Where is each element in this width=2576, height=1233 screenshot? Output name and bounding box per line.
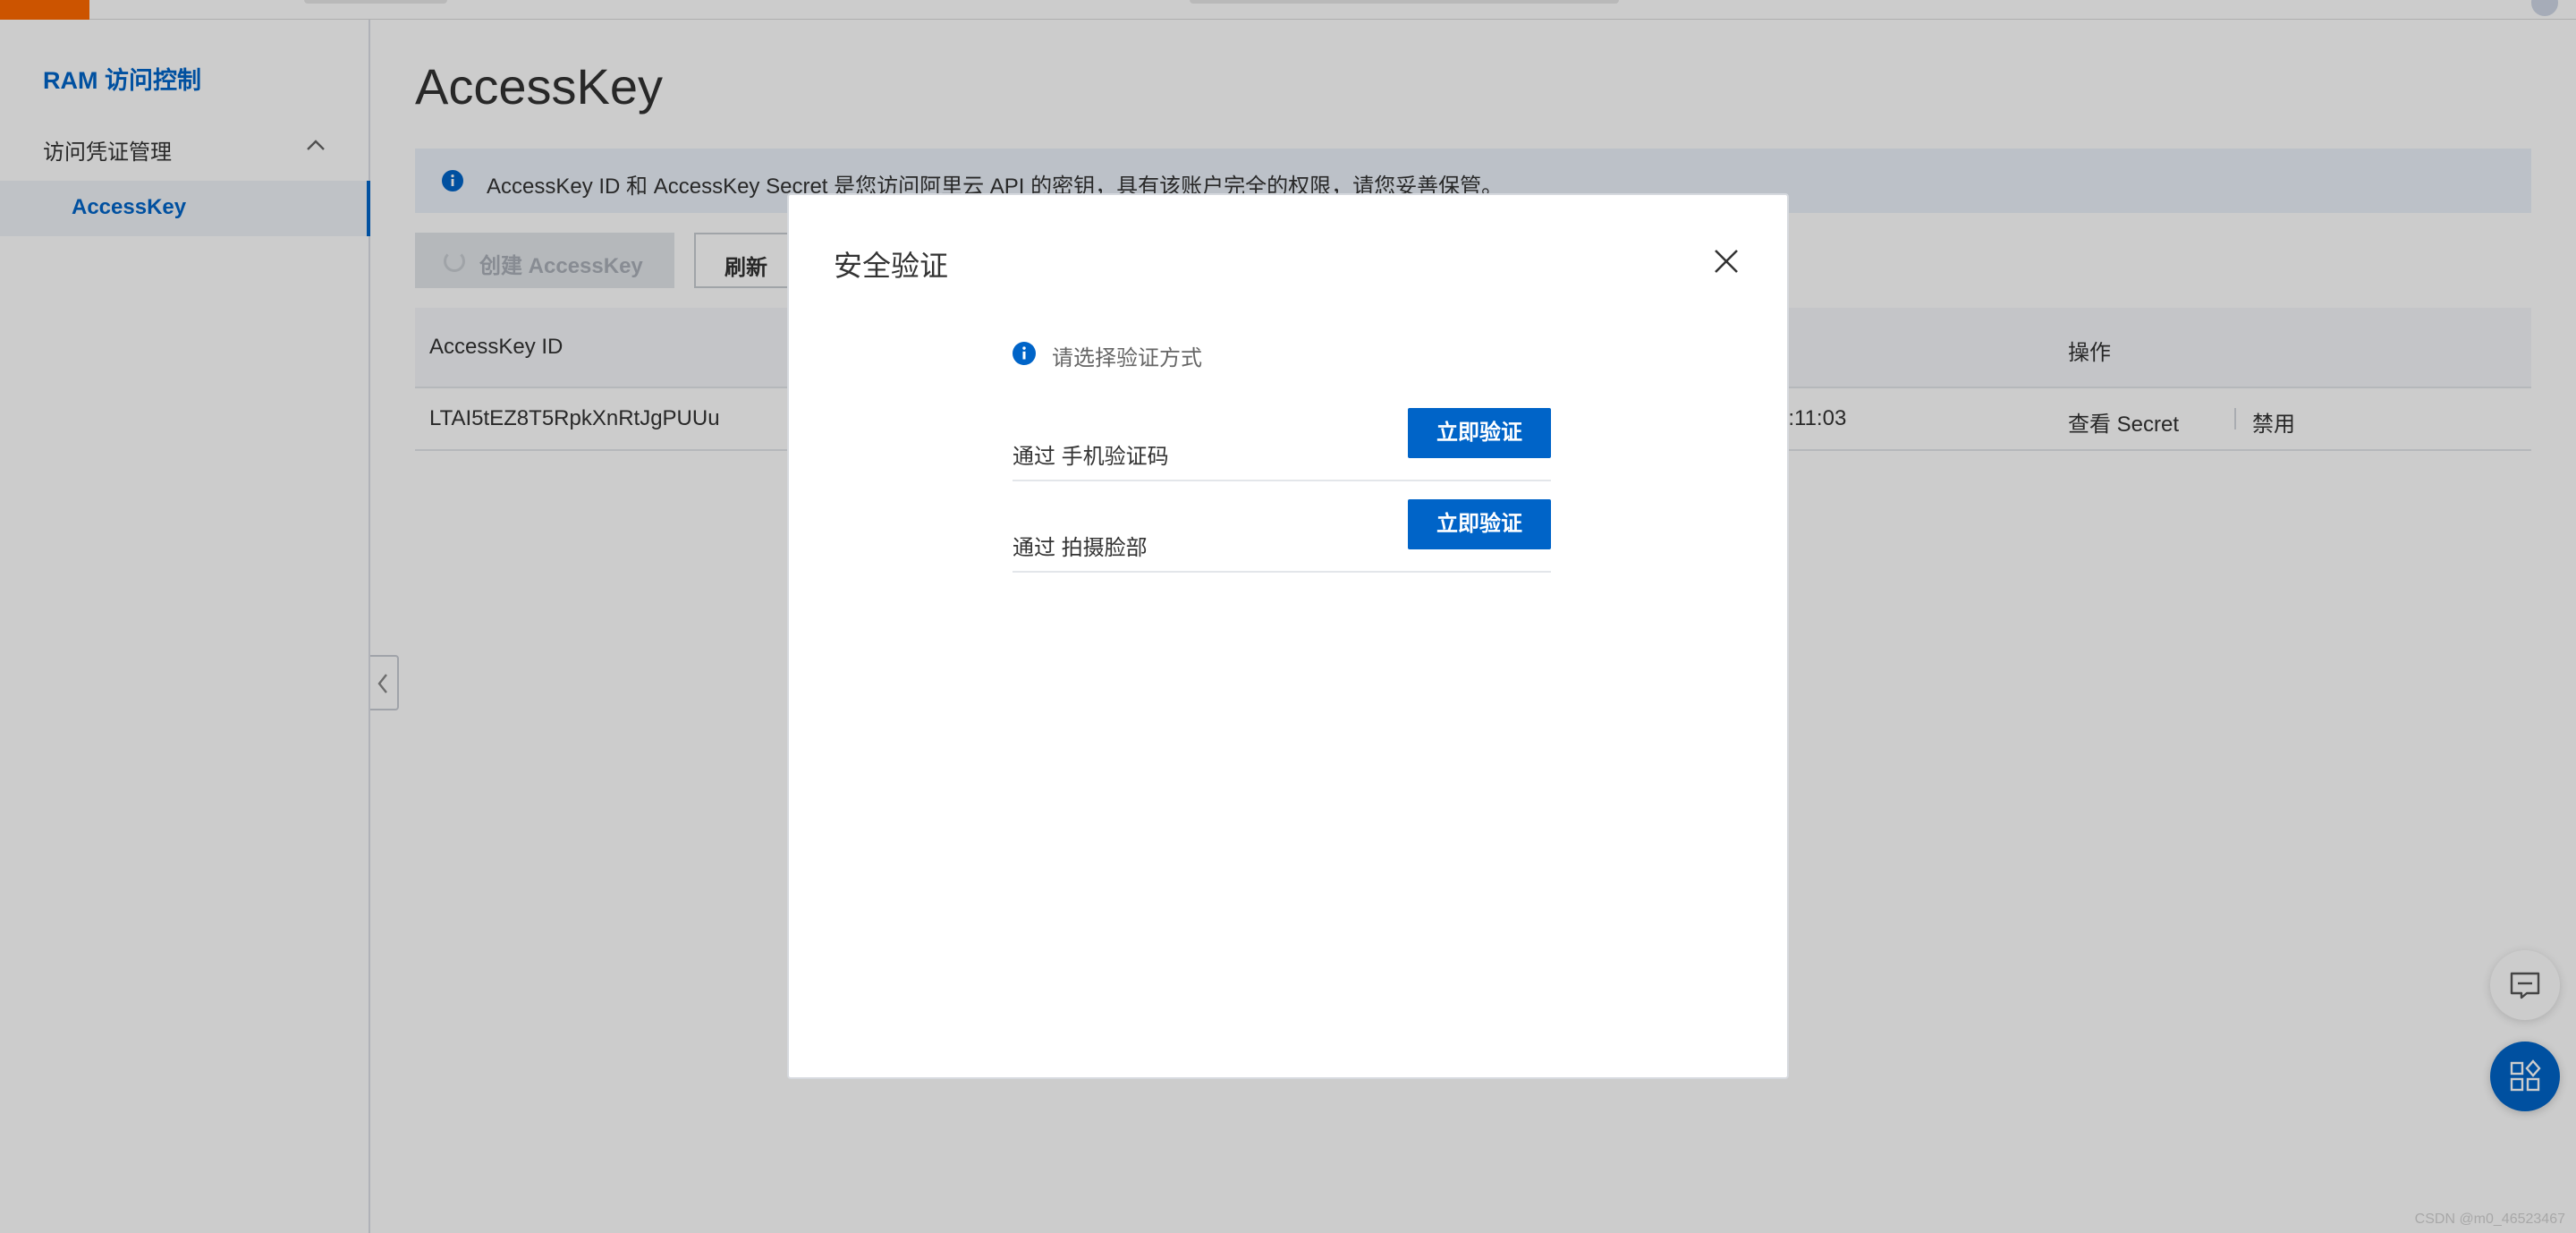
verification-method-face: 通过 拍摄脸部 立即验证 [1013, 499, 1551, 573]
method-label: 通过 拍摄脸部 [1013, 536, 1148, 560]
watermark: CSDN @m0_46523467 [2414, 1212, 2565, 1227]
verification-method-phone: 通过 手机验证码 立即验证 [1013, 408, 1551, 481]
close-icon[interactable] [1710, 245, 1742, 277]
hint-text: 请选择验证方式 [1052, 346, 1202, 370]
security-verification-dialog: 安全验证 请选择验证方式 通过 手机验证码 立即验证 通过 拍摄脸部 立即验证 [787, 193, 1789, 1079]
method-label: 通过 手机验证码 [1013, 445, 1169, 469]
dialog-title: 安全验证 [834, 250, 949, 282]
verify-phone-button[interactable]: 立即验证 [1408, 408, 1551, 458]
verify-face-button[interactable]: 立即验证 [1408, 499, 1551, 549]
info-icon [1013, 342, 1036, 365]
